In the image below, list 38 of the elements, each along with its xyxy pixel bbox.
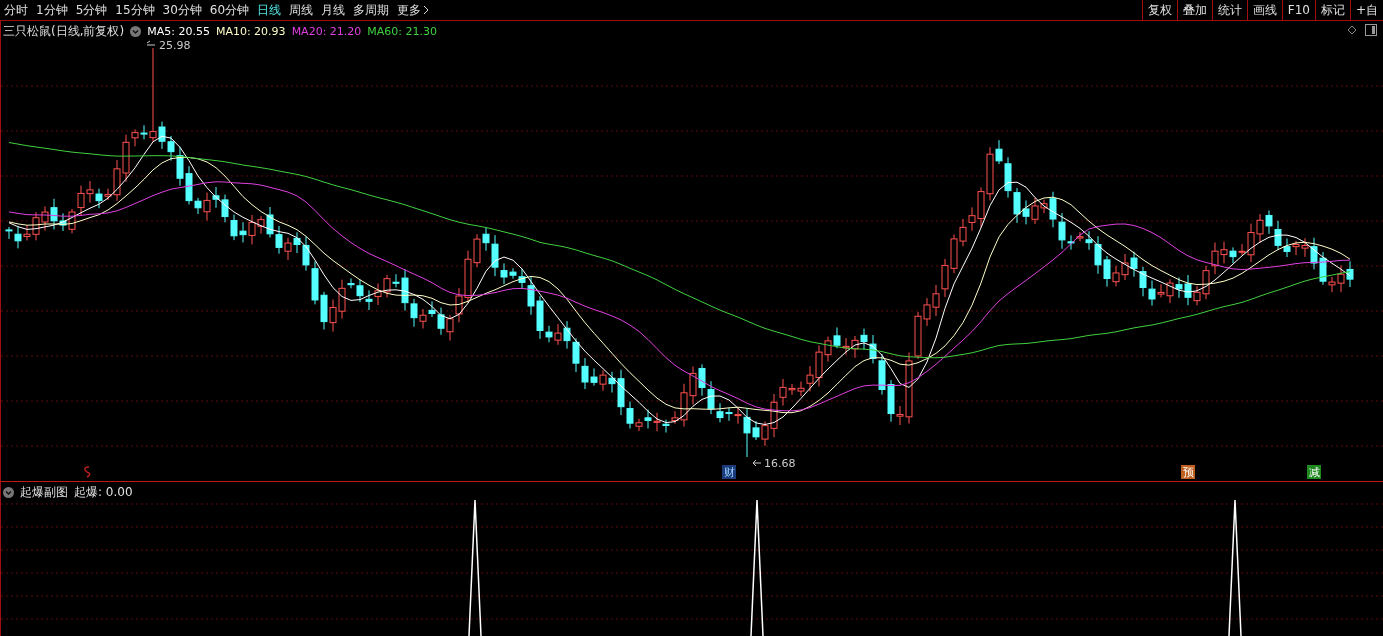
toolbar-button[interactable]: F10 xyxy=(1281,0,1315,20)
toolbar-button[interactable]: 统计 xyxy=(1211,0,1247,20)
period-tab[interactable]: 日线 xyxy=(253,1,286,19)
high-price-label: 25.98 xyxy=(159,39,191,52)
toolbar-button[interactable]: +自 xyxy=(1349,0,1383,20)
panel-toggle-icon[interactable] xyxy=(1365,24,1377,36)
toolbar-button[interactable]: 叠加 xyxy=(1176,0,1212,20)
toolbar-button[interactable]: 标记 xyxy=(1314,0,1350,20)
toolbar-button[interactable]: 画线 xyxy=(1246,0,1282,20)
period-tab[interactable]: 5分钟 xyxy=(71,1,112,19)
toolbar-button[interactable]: 复权 xyxy=(1141,0,1177,20)
period-tab[interactable]: 周线 xyxy=(285,1,318,19)
indicator-value: MA60: 21.30 xyxy=(367,25,438,38)
chart-title: 三只松鼠(日线,前复权) xyxy=(3,23,125,40)
low-price-pointer xyxy=(752,459,762,467)
period-tab[interactable]: 月线 xyxy=(317,1,350,19)
period-tab[interactable]: 多周期 xyxy=(349,1,394,19)
indicator-value: MA5: 20.55 xyxy=(147,25,210,38)
period-tab[interactable]: 更多 xyxy=(393,1,434,19)
high-price-pointer xyxy=(146,40,156,46)
event-badge[interactable]: 减 xyxy=(1307,465,1321,479)
event-badge[interactable]: 预 xyxy=(1181,465,1195,479)
indicator-value: MA20: 21.20 xyxy=(291,25,362,38)
period-tab[interactable]: 60分钟 xyxy=(205,1,254,19)
period-tab[interactable]: 15分钟 xyxy=(111,1,159,19)
indicator-value: MA10: 20.93 xyxy=(215,25,286,38)
period-tab[interactable]: 30分钟 xyxy=(158,1,206,19)
chevron-right-icon xyxy=(423,5,430,15)
indicator-value: 起爆: 0.00 xyxy=(74,484,133,501)
chart-title: 起爆副图 xyxy=(20,484,68,501)
period-tab[interactable]: 分时 xyxy=(0,1,32,19)
low-price-label: 16.68 xyxy=(764,457,796,470)
dropdown-icon[interactable] xyxy=(3,487,14,498)
event-marker-icon xyxy=(84,466,91,478)
dropdown-icon[interactable] xyxy=(130,26,142,37)
diamond-icon[interactable] xyxy=(1347,25,1357,35)
event-marker[interactable]: 财 xyxy=(722,465,736,479)
period-tab[interactable]: 1分钟 xyxy=(32,1,72,19)
